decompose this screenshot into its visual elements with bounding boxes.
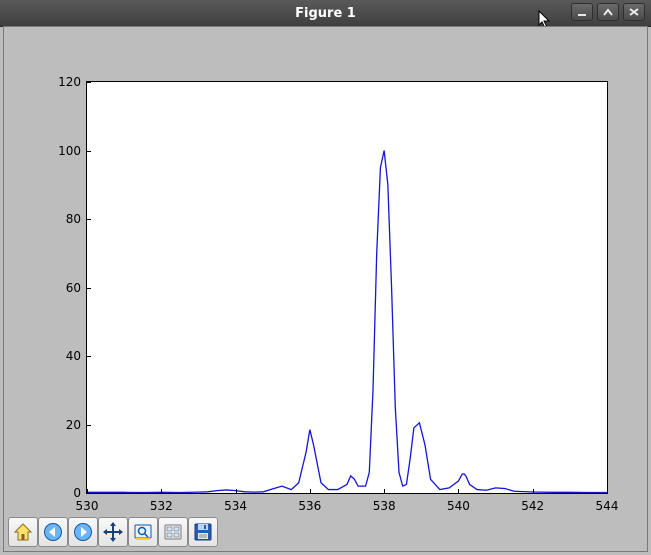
line-series-1	[87, 151, 607, 493]
figure-window: Figure 1 0 20 40 60 80 100 120 530 532 534 536 538 5…	[0, 0, 651, 555]
close-button[interactable]	[623, 3, 645, 21]
y-tick-mark	[86, 356, 91, 357]
x-tick-label: 544	[596, 499, 619, 513]
x-tick-label: 542	[521, 499, 544, 513]
save-button[interactable]	[188, 517, 218, 547]
y-tick-label: 40	[66, 349, 81, 363]
y-tick-mark	[86, 151, 91, 152]
y-tick-mark	[86, 425, 91, 426]
x-tick-mark	[161, 489, 162, 494]
y-tick-mark	[86, 82, 91, 83]
x-tick-mark	[458, 489, 459, 494]
subplots-button[interactable]	[158, 517, 188, 547]
x-tick-label: 530	[76, 499, 99, 513]
forward-arrow-icon	[72, 521, 94, 543]
line-plot	[87, 82, 607, 493]
subplots-icon	[162, 521, 184, 543]
y-tick-mark	[86, 288, 91, 289]
zoom-icon	[132, 521, 154, 543]
axes: 020406080100120530532534536538540542544	[86, 81, 608, 494]
window-title: Figure 1	[0, 6, 651, 21]
client-area: 0 20 40 60 80 100 120 530 532 534 536 538 540 542 544	[3, 26, 648, 552]
maximize-button[interactable]	[597, 3, 619, 21]
y-tick-label: 100	[58, 144, 81, 158]
pan-button[interactable]	[98, 517, 128, 547]
x-tick-label: 532	[150, 499, 173, 513]
y-tick-label: 0	[73, 486, 81, 500]
x-tick-label: 540	[447, 499, 470, 513]
save-icon	[192, 521, 214, 543]
x-tick-label: 536	[298, 499, 321, 513]
y-tick-label: 120	[58, 75, 81, 89]
window-controls	[571, 3, 645, 21]
x-tick-label: 538	[373, 499, 396, 513]
nav-toolbar	[8, 517, 218, 547]
pan-icon	[102, 521, 124, 543]
figure-canvas[interactable]: 0 20 40 60 80 100 120 530 532 534 536 538 540 542 544	[4, 27, 647, 513]
forward-button[interactable]	[68, 517, 98, 547]
x-tick-mark	[310, 489, 311, 494]
x-tick-label: 534	[224, 499, 247, 513]
home-button[interactable]	[8, 517, 38, 547]
x-tick-mark	[236, 489, 237, 494]
y-tick-label: 20	[66, 418, 81, 432]
zoom-button[interactable]	[128, 517, 158, 547]
back-button[interactable]	[38, 517, 68, 547]
x-tick-mark	[87, 489, 88, 494]
y-tick-label: 60	[66, 281, 81, 295]
back-arrow-icon	[42, 521, 64, 543]
y-tick-label: 80	[66, 212, 81, 226]
minimize-button[interactable]	[571, 3, 593, 21]
x-tick-mark	[607, 489, 608, 494]
home-icon	[12, 521, 34, 543]
x-tick-mark	[384, 489, 385, 494]
y-tick-mark	[86, 219, 91, 220]
x-tick-mark	[533, 489, 534, 494]
titlebar[interactable]: Figure 1	[0, 0, 651, 27]
